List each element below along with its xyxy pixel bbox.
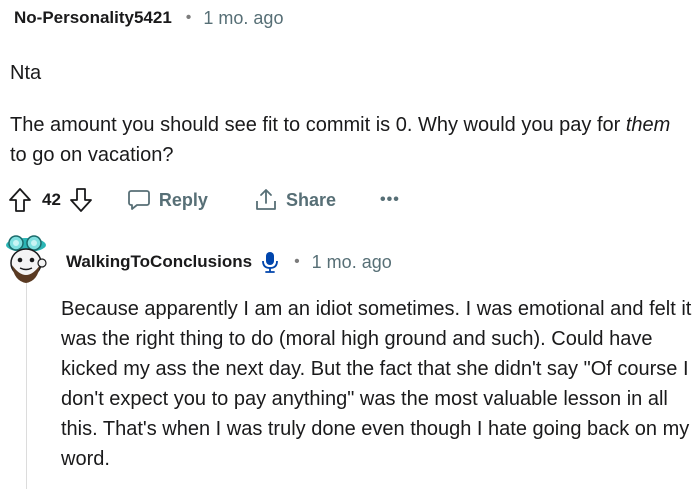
share-button[interactable]: Share [254, 188, 336, 212]
comment-action-bar: 42 Reply Share ••• [8, 185, 400, 215]
comment-timestamp[interactable]: 1 mo. ago [312, 252, 392, 273]
comment-body: Nta The amount you should see fit to com… [10, 58, 690, 170]
comment-text: The amount you should see fit to commit … [10, 114, 626, 136]
reply-label: Reply [158, 189, 208, 210]
share-upload-icon [256, 189, 276, 210]
comment-author[interactable]: No-Personality5421 [14, 8, 172, 28]
comment-paragraph: The amount you should see fit to commit … [10, 110, 690, 170]
upvote-arrow-icon[interactable] [8, 187, 32, 213]
share-label: Share [285, 189, 336, 210]
reply-button[interactable]: Reply [127, 188, 208, 212]
comment-header: No-Personality5421 • 1 mo. ago [14, 6, 283, 30]
thread-line[interactable] [26, 283, 27, 489]
emphasized-text: them [625, 114, 671, 136]
comment-thread: No-Personality5421 • 1 mo. ago Nta The a… [0, 0, 700, 489]
snoo-avatar[interactable] [2, 233, 50, 285]
meta-separator: • [294, 253, 300, 270]
comment-paragraph: Nta [10, 62, 42, 84]
microphone-icon [260, 251, 280, 273]
speech-bubble-icon [128, 190, 150, 210]
downvote-arrow-icon[interactable] [69, 187, 93, 213]
comment-timestamp[interactable]: 1 mo. ago [203, 8, 283, 29]
vote-count: 42 [42, 190, 61, 209]
comment-header: WalkingToConclusions • 1 mo. ago [66, 250, 392, 274]
meta-separator: • [185, 9, 192, 26]
comment-text: to go on vacation? [10, 144, 174, 166]
comment-author[interactable]: WalkingToConclusions [66, 252, 252, 272]
comment-body: Because apparently I am an idiot sometim… [61, 298, 692, 470]
more-options-button[interactable]: ••• [380, 191, 400, 209]
